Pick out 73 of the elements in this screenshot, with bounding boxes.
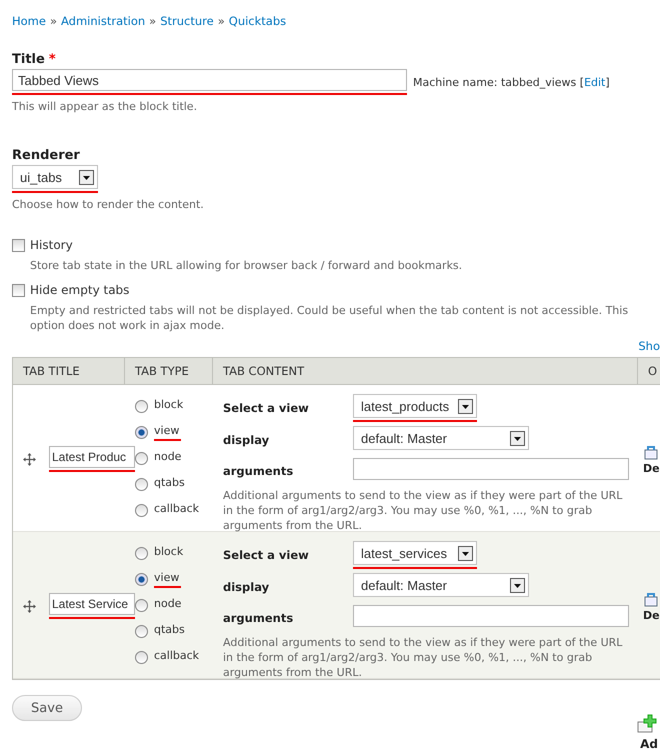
bracket-text: ] [605,76,610,88]
field-label: display [223,433,270,447]
radio-button[interactable] [135,400,148,412]
radio-label: block [154,544,184,560]
save-button[interactable]: Save [12,695,82,721]
radio-label: node [154,450,182,464]
drag-handle-icon[interactable] [23,452,36,466]
column-header: O [638,358,660,384]
delete-icon[interactable] [643,590,659,606]
radio-label: callback [154,502,200,516]
option-description: Empty and restricted tabs will not be displayed. Could be useful when the tab content is not accessible. This option does not work in ajax mode. [30,303,630,333]
operation-label[interactable]: De [643,462,660,474]
breadcrumb-link[interactable]: Structure [160,14,214,28]
radio-button[interactable] [135,546,148,560]
radio-button[interactable] [135,504,148,516]
field-label: Select a view [223,401,310,415]
breadcrumb-link[interactable]: Administration [61,14,146,28]
tab-title-input[interactable]: Latest Service [49,593,135,615]
field-description: Choose how to render the content. [12,197,205,212]
radio-button[interactable] [135,452,148,464]
radio-button[interactable] [135,624,148,638]
field-label: arguments [223,611,294,625]
radio-button[interactable] [135,598,148,612]
breadcrumb-separator: » [149,14,156,28]
breadcrumb-separator: » [218,14,225,28]
field-label: arguments [223,464,294,478]
radio-label: view [154,570,182,588]
machine-name: Machine name: tabbed_views [ [413,76,584,88]
operation-label[interactable]: De [643,608,660,622]
arguments-input[interactable] [353,458,629,480]
checkbox[interactable] [12,238,25,252]
radio-button[interactable] [135,650,148,664]
field-label: display [223,580,270,594]
title-input[interactable]: Tabbed Views [12,69,407,91]
checkbox-label: History [30,238,73,252]
radio-label: node [154,596,182,612]
checkbox-label: Hide empty tabs [30,283,130,297]
renderer-select[interactable]: ui_tabs [12,165,98,189]
view-select[interactable]: default: Master [353,573,529,597]
radio-label: block [154,398,184,412]
radio-button[interactable] [135,426,148,438]
field-description: This will appear as the block title. [12,99,198,114]
add-icon[interactable] [636,713,658,733]
column-header: TAB TITLE [13,358,125,384]
view-select[interactable]: latest_products [353,394,477,418]
radio-label: view [154,424,182,440]
option-description: Store tab state in the URL allowing for browser back / forward and bookmarks. [30,258,464,273]
radio-label: qtabs [154,476,186,490]
radio-button[interactable] [135,478,148,490]
column-header: TAB CONTENT [213,358,638,384]
field-label: Select a view [223,548,310,562]
view-select[interactable]: default: Master [353,426,529,450]
tab-title-input[interactable]: Latest Produc [49,446,135,468]
breadcrumb-link[interactable]: Quicktabs [228,14,286,28]
field-label: Title [12,52,45,67]
help-text: Additional arguments to send to the view as if they were part of the URL in the form of arg1/arg2/arg3. You may use %0, %1, ..., %N to grab arguments from the URL. [223,488,624,533]
radio-button[interactable] [135,572,148,586]
show-link[interactable]: Sho [638,339,660,355]
add-label[interactable]: Ad [640,737,658,751]
radio-label: qtabs [154,622,186,638]
field-label: Renderer [12,148,80,163]
breadcrumb-link[interactable]: Home [12,14,46,28]
edit-link[interactable]: Edit [584,76,606,88]
radio-label: callback [154,648,200,664]
column-header: TAB TYPE [125,358,213,384]
help-text: Additional arguments to send to the view as if they were part of the URL in the form of arg1/arg2/arg3. You may use %0, %1, ..., %N to grab arguments from the URL. [223,635,624,680]
delete-icon[interactable] [643,444,659,460]
arguments-input[interactable] [353,605,629,627]
drag-handle-icon[interactable] [23,600,36,612]
view-select[interactable]: latest_services [353,541,477,565]
breadcrumb-separator: » [50,14,58,28]
required-mark: * [48,52,56,67]
checkbox[interactable] [12,284,25,296]
